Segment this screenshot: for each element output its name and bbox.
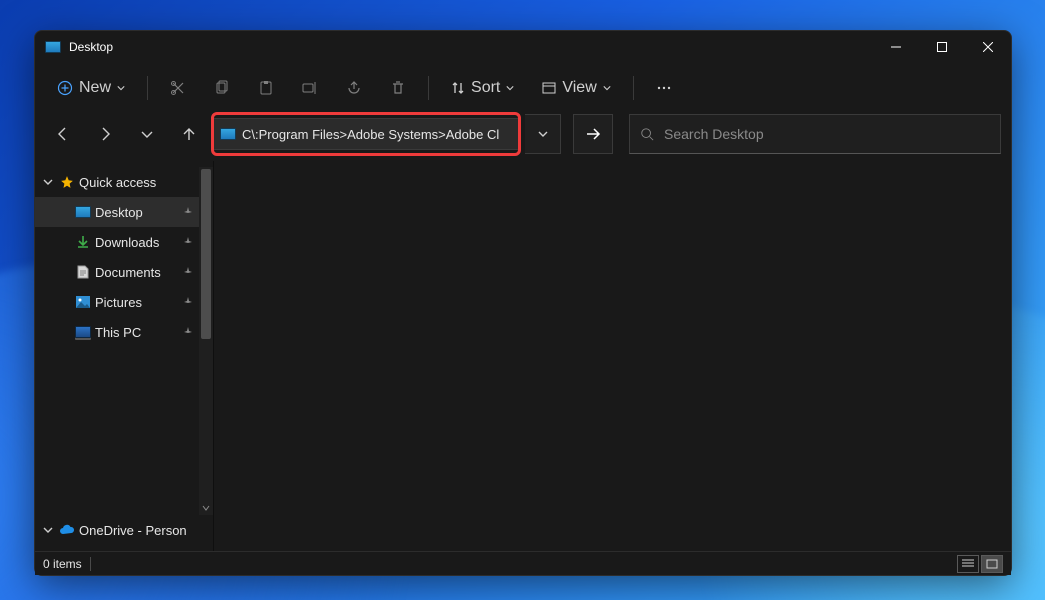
star-icon bbox=[59, 174, 75, 190]
toolbar: New Sort View bbox=[35, 63, 1011, 113]
cloud-icon bbox=[59, 522, 75, 538]
sort-button[interactable]: Sort bbox=[439, 70, 526, 106]
maximize-button[interactable] bbox=[919, 31, 965, 63]
sidebar-item-label: Desktop bbox=[95, 205, 179, 220]
scrollbar-thumb[interactable] bbox=[201, 169, 211, 339]
chevron-down-icon bbox=[603, 84, 611, 92]
scrollbar-down-button[interactable] bbox=[199, 501, 213, 515]
recent-locations-button[interactable] bbox=[129, 116, 165, 152]
share-button[interactable] bbox=[334, 70, 374, 106]
content-area[interactable] bbox=[213, 161, 1011, 551]
document-icon bbox=[75, 264, 91, 280]
chevron-down-icon bbox=[506, 84, 514, 92]
sidebar-item-label: OneDrive - Person bbox=[79, 523, 197, 538]
sidebar-item-pictures[interactable]: Pictures bbox=[35, 287, 213, 317]
details-view-button[interactable] bbox=[957, 555, 979, 573]
chevron-down-icon bbox=[538, 129, 548, 139]
sidebar-item-onedrive[interactable]: OneDrive - Person bbox=[35, 515, 213, 545]
pin-icon bbox=[183, 325, 197, 340]
navigation-pane: Quick access Desktop Downloads bbox=[35, 161, 213, 551]
trash-icon bbox=[390, 80, 406, 96]
search-icon bbox=[640, 127, 654, 141]
pin-icon bbox=[183, 205, 197, 220]
search-box[interactable] bbox=[629, 114, 1001, 154]
pin-icon bbox=[183, 265, 197, 280]
download-icon bbox=[75, 234, 91, 250]
sidebar-item-label: Pictures bbox=[95, 295, 179, 310]
sidebar-item-quick-access[interactable]: Quick access bbox=[35, 167, 213, 197]
sidebar-item-this-pc[interactable]: This PC bbox=[35, 317, 213, 347]
search-input[interactable] bbox=[664, 126, 990, 142]
plus-circle-icon bbox=[57, 80, 73, 96]
up-button[interactable] bbox=[171, 116, 207, 152]
pc-icon bbox=[75, 324, 91, 340]
copy-button[interactable] bbox=[202, 70, 242, 106]
toolbar-separator bbox=[633, 76, 634, 100]
go-button[interactable] bbox=[573, 114, 613, 154]
sidebar-item-label: This PC bbox=[95, 325, 179, 340]
view-icon bbox=[542, 81, 556, 95]
toolbar-separator bbox=[147, 76, 148, 100]
close-button[interactable] bbox=[965, 31, 1011, 63]
forward-button[interactable] bbox=[87, 116, 123, 152]
view-button-label: View bbox=[562, 79, 596, 97]
item-count: 0 items bbox=[43, 557, 82, 571]
sort-icon bbox=[451, 81, 465, 95]
location-icon bbox=[220, 128, 236, 140]
window-title: Desktop bbox=[69, 40, 113, 54]
sidebar-scrollbar[interactable] bbox=[199, 167, 213, 515]
clipboard-icon bbox=[258, 80, 274, 96]
more-button[interactable] bbox=[644, 70, 684, 106]
address-text: C\:Program Files>Adobe Systems>Adobe Cl bbox=[242, 127, 499, 142]
titlebar: Desktop bbox=[35, 31, 1011, 63]
navbar: C\:Program Files>Adobe Systems>Adobe Cl bbox=[35, 113, 1011, 161]
sidebar-item-label: Documents bbox=[95, 265, 179, 280]
address-history-button[interactable] bbox=[525, 114, 561, 154]
collapse-icon[interactable] bbox=[41, 177, 55, 187]
back-button[interactable] bbox=[45, 116, 81, 152]
cut-button[interactable] bbox=[158, 70, 198, 106]
view-button[interactable]: View bbox=[530, 70, 622, 106]
sidebar-item-documents[interactable]: Documents bbox=[35, 257, 213, 287]
ellipsis-icon bbox=[656, 80, 672, 96]
list-icon bbox=[962, 559, 974, 569]
address-bar[interactable]: C\:Program Files>Adobe Systems>Adobe Cl bbox=[213, 118, 519, 150]
minimize-button[interactable] bbox=[873, 31, 919, 63]
desktop-icon bbox=[45, 41, 61, 53]
new-button-label: New bbox=[79, 79, 111, 97]
thumbnails-view-button[interactable] bbox=[981, 555, 1003, 573]
share-icon bbox=[346, 80, 362, 96]
scissors-icon bbox=[170, 80, 186, 96]
desktop-icon bbox=[75, 204, 91, 220]
copy-icon bbox=[214, 80, 230, 96]
rename-icon bbox=[302, 80, 318, 96]
sidebar-item-label: Quick access bbox=[79, 175, 197, 190]
sort-button-label: Sort bbox=[471, 79, 500, 97]
file-explorer-window: Desktop New Sort bbox=[34, 30, 1012, 576]
toolbar-separator bbox=[428, 76, 429, 100]
grid-icon bbox=[986, 559, 998, 569]
sidebar-item-downloads[interactable]: Downloads bbox=[35, 227, 213, 257]
picture-icon bbox=[75, 294, 91, 310]
new-button[interactable]: New bbox=[45, 70, 137, 106]
delete-button[interactable] bbox=[378, 70, 418, 106]
statusbar: 0 items bbox=[35, 551, 1011, 575]
expand-icon[interactable] bbox=[41, 525, 55, 535]
statusbar-separator bbox=[90, 557, 91, 571]
sidebar-item-desktop[interactable]: Desktop bbox=[35, 197, 213, 227]
arrow-right-icon bbox=[585, 126, 601, 142]
chevron-down-icon bbox=[117, 84, 125, 92]
sidebar-item-label: Downloads bbox=[95, 235, 179, 250]
pin-icon bbox=[183, 295, 197, 310]
paste-button[interactable] bbox=[246, 70, 286, 106]
rename-button[interactable] bbox=[290, 70, 330, 106]
pin-icon bbox=[183, 235, 197, 250]
